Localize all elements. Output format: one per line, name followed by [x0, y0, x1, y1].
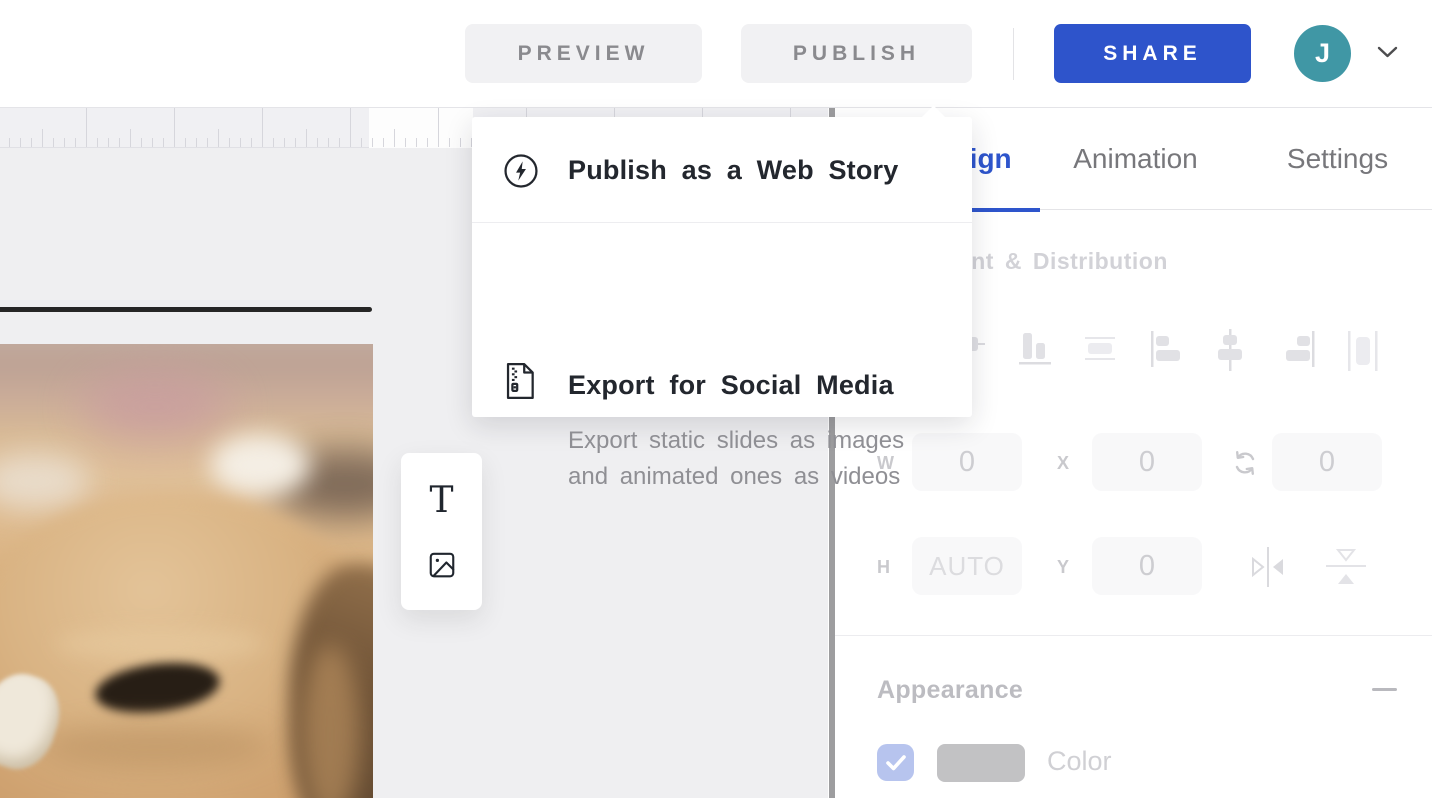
flip-horizontal-icon[interactable]	[1243, 542, 1293, 592]
x-input[interactable]: 0	[1092, 433, 1202, 491]
preview-button[interactable]: PREVIEW	[465, 24, 702, 83]
flip-vertical-icon[interactable]	[1321, 542, 1371, 592]
publish-button[interactable]: PUBLISH	[741, 24, 972, 83]
menu-item-title: Export for Social Media	[568, 370, 894, 401]
menu-item-publish-web-story[interactable]: Publish as a Web Story	[472, 117, 972, 223]
avatar[interactable]: J	[1294, 25, 1351, 82]
x-label: X	[1057, 453, 1069, 474]
zip-file-icon	[503, 362, 537, 400]
slide-top-border	[0, 307, 372, 312]
align-center-icon[interactable]	[1213, 329, 1247, 375]
header-divider	[1013, 28, 1014, 80]
align-right-icon[interactable]	[1278, 329, 1312, 375]
description-line: and animated ones as videos	[568, 459, 904, 495]
width-input[interactable]: 0	[912, 433, 1022, 491]
y-input[interactable]: 0	[1092, 537, 1202, 595]
dog-image-element[interactable]	[0, 344, 373, 798]
lightning-circle-icon	[503, 153, 539, 189]
color-checkbox[interactable]	[877, 744, 914, 781]
menu-item-export-social-media[interactable]: Export for Social Media Export static sl…	[472, 224, 972, 417]
align-middle-icon[interactable]	[1083, 329, 1117, 375]
menu-item-description: Export static slides as images and anima…	[568, 423, 904, 495]
publish-dropdown-menu: Publish as a Web Story Export for Social…	[472, 117, 972, 417]
alignment-toolbar	[953, 326, 1413, 378]
description-line: Export static slides as images	[568, 423, 904, 459]
rotation-input[interactable]: 0	[1272, 433, 1382, 491]
image-tool-icon[interactable]	[427, 550, 457, 580]
collapse-section-icon[interactable]	[1372, 688, 1397, 691]
top-header: PREVIEW PUBLISH SHARE J	[0, 0, 1432, 108]
dog-muzzle-shadow	[40, 724, 270, 769]
dog-brow	[55, 629, 265, 659]
appearance-section-title: Appearance	[877, 676, 1023, 705]
menu-item-title: Publish as a Web Story	[568, 155, 898, 186]
text-tool-icon[interactable]: T	[429, 483, 453, 519]
chevron-down-icon[interactable]	[1377, 46, 1398, 64]
color-swatch[interactable]	[937, 744, 1025, 782]
photo-blur-detail	[210, 434, 310, 496]
share-button[interactable]: SHARE	[1054, 24, 1251, 83]
align-left-icon[interactable]	[1148, 329, 1182, 375]
rotation-icon	[1232, 449, 1258, 477]
photo-blur-detail	[80, 372, 230, 442]
y-label: Y	[1057, 557, 1069, 578]
tab-animation[interactable]: Animation	[1063, 108, 1208, 210]
distribute-horizontally-icon[interactable]	[1343, 329, 1377, 375]
height-input[interactable]: AUTO	[912, 537, 1022, 595]
color-label: Color	[1047, 746, 1112, 777]
height-label: H	[877, 557, 890, 578]
tab-settings[interactable]: Settings	[1275, 108, 1400, 210]
check-icon	[885, 754, 907, 772]
avatar-initial: J	[1315, 38, 1330, 69]
align-bottom-icon[interactable]	[1018, 329, 1052, 375]
insert-toolbar: T	[401, 453, 482, 610]
section-divider	[835, 635, 1432, 636]
